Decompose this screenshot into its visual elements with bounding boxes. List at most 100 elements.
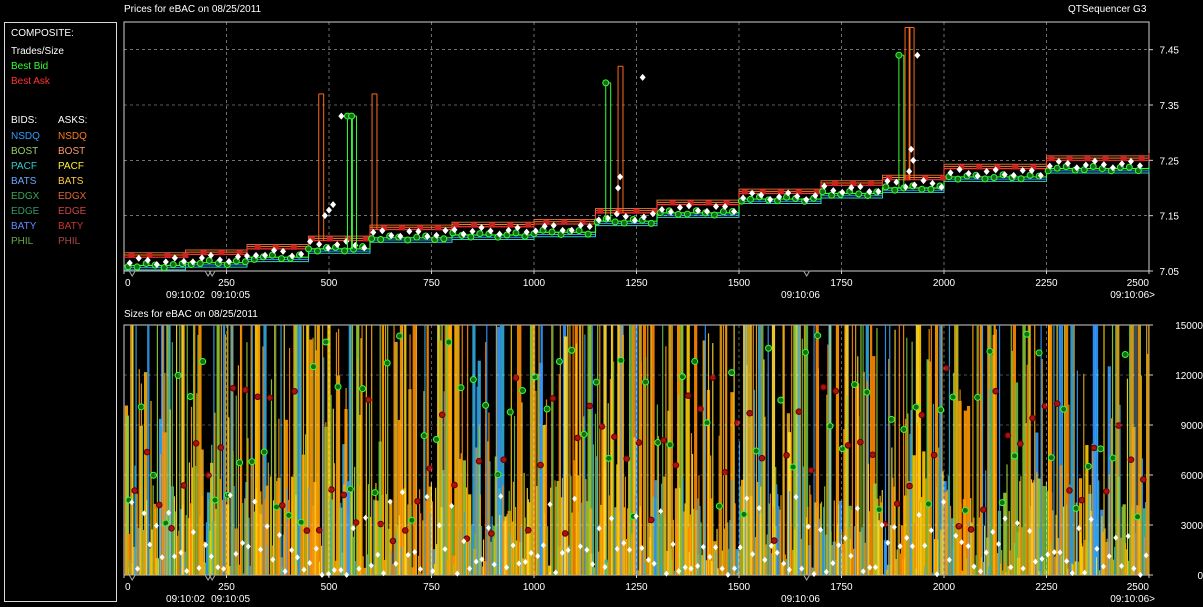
ask-size-marker bbox=[721, 468, 729, 476]
size-bar bbox=[968, 490, 970, 575]
size-bar bbox=[829, 325, 831, 575]
size-bar bbox=[465, 487, 468, 575]
size-bar bbox=[869, 325, 872, 575]
bid-size-marker bbox=[260, 448, 268, 456]
size-bar bbox=[247, 438, 249, 575]
price-x-tick-label: 1500 bbox=[728, 278, 751, 289]
size-bar bbox=[1097, 368, 1099, 575]
ask-size-marker bbox=[647, 516, 655, 524]
ask-size-marker bbox=[967, 526, 975, 533]
size-bar bbox=[439, 325, 441, 575]
ask-size-marker bbox=[414, 497, 421, 505]
best-bid-marker bbox=[918, 185, 926, 193]
size-bar bbox=[890, 524, 892, 575]
size-x-tick-label: 1750 bbox=[830, 582, 853, 593]
ask-size-marker bbox=[242, 386, 249, 394]
size-bar bbox=[312, 337, 314, 575]
size-bar bbox=[646, 560, 648, 575]
size-bar bbox=[530, 386, 533, 575]
size-bar bbox=[881, 490, 883, 575]
price-time-label: 09:10:06> bbox=[1110, 290, 1155, 301]
price-x-tick-label: 1000 bbox=[523, 278, 546, 289]
size-bar bbox=[177, 535, 179, 575]
size-bar bbox=[482, 539, 485, 575]
ask-size-marker bbox=[955, 522, 963, 530]
ask-size-marker bbox=[475, 457, 483, 465]
size-bar bbox=[938, 447, 940, 575]
size-bar bbox=[895, 559, 897, 575]
size-bar bbox=[782, 325, 784, 575]
size-bar bbox=[748, 515, 750, 575]
ask-size-marker bbox=[266, 394, 274, 402]
best-ask-marker bbox=[561, 219, 568, 225]
best-bid-marker bbox=[990, 173, 998, 181]
size-bar bbox=[173, 496, 176, 575]
size-bar bbox=[225, 334, 227, 575]
size-bar bbox=[788, 491, 791, 575]
size-bar bbox=[552, 325, 554, 575]
best-bid-marker bbox=[277, 255, 285, 263]
size-bar bbox=[232, 451, 234, 575]
size-bar bbox=[136, 493, 138, 575]
size-bar bbox=[390, 548, 392, 575]
ask-size-marker bbox=[598, 423, 606, 430]
ask-size-marker bbox=[770, 537, 778, 544]
size-bar bbox=[836, 523, 839, 575]
size-bar bbox=[860, 325, 862, 575]
size-y-tick-label: 9000 bbox=[1181, 421, 1203, 432]
bid-size-marker bbox=[137, 403, 145, 411]
size-bar bbox=[175, 325, 178, 575]
size-bar bbox=[222, 325, 225, 575]
size-bar bbox=[1024, 325, 1026, 575]
size-bar bbox=[807, 506, 809, 575]
best-bid-marker bbox=[1017, 175, 1025, 183]
size-bar bbox=[423, 391, 425, 575]
size-bar bbox=[975, 555, 977, 575]
size-bar bbox=[1029, 505, 1032, 575]
size-bar bbox=[727, 522, 729, 575]
best-bid-marker bbox=[895, 51, 903, 59]
size-time-label: 09:10:06 bbox=[781, 594, 820, 605]
size-bar bbox=[142, 529, 145, 575]
best-bid-marker bbox=[548, 228, 556, 236]
size-bar bbox=[785, 558, 787, 575]
size-bar bbox=[1081, 543, 1083, 575]
size-bar bbox=[920, 502, 922, 575]
size-bar bbox=[266, 545, 268, 575]
bid-size-marker bbox=[642, 378, 650, 386]
size-bar bbox=[700, 522, 702, 575]
ask-size-marker bbox=[549, 395, 557, 402]
size-bar bbox=[141, 427, 144, 575]
size-bar bbox=[516, 540, 518, 575]
size-bar bbox=[1023, 325, 1025, 575]
size-bar bbox=[510, 325, 512, 575]
size-x-tick-label: 1000 bbox=[523, 582, 546, 593]
bid-size-marker bbox=[949, 393, 957, 401]
ask-size-marker bbox=[365, 396, 372, 404]
bid-size-marker bbox=[1047, 454, 1055, 462]
size-bar bbox=[1009, 550, 1011, 575]
bid-size-marker bbox=[592, 378, 600, 386]
size-bar bbox=[798, 460, 800, 575]
bid-size-marker bbox=[678, 373, 686, 381]
size-bar bbox=[1019, 481, 1021, 575]
size-bar bbox=[583, 416, 585, 575]
size-bar bbox=[656, 404, 658, 575]
size-bar bbox=[613, 361, 615, 575]
size-bar bbox=[913, 523, 915, 575]
size-bar bbox=[357, 358, 359, 575]
size-bar bbox=[720, 325, 722, 575]
size-bar bbox=[366, 554, 369, 575]
ask-size-marker bbox=[1090, 444, 1098, 452]
best-ask-marker bbox=[1138, 156, 1145, 162]
size-bar bbox=[778, 506, 780, 575]
size-bar bbox=[728, 548, 730, 575]
best-bid-marker bbox=[710, 211, 718, 219]
bid-size-marker bbox=[420, 432, 428, 440]
best-ask-marker bbox=[254, 244, 261, 250]
size-bar bbox=[1125, 549, 1127, 575]
size-bar bbox=[761, 325, 763, 575]
size-bar bbox=[662, 325, 664, 575]
best-bid-marker bbox=[1125, 163, 1133, 171]
size-bar bbox=[1050, 540, 1052, 575]
